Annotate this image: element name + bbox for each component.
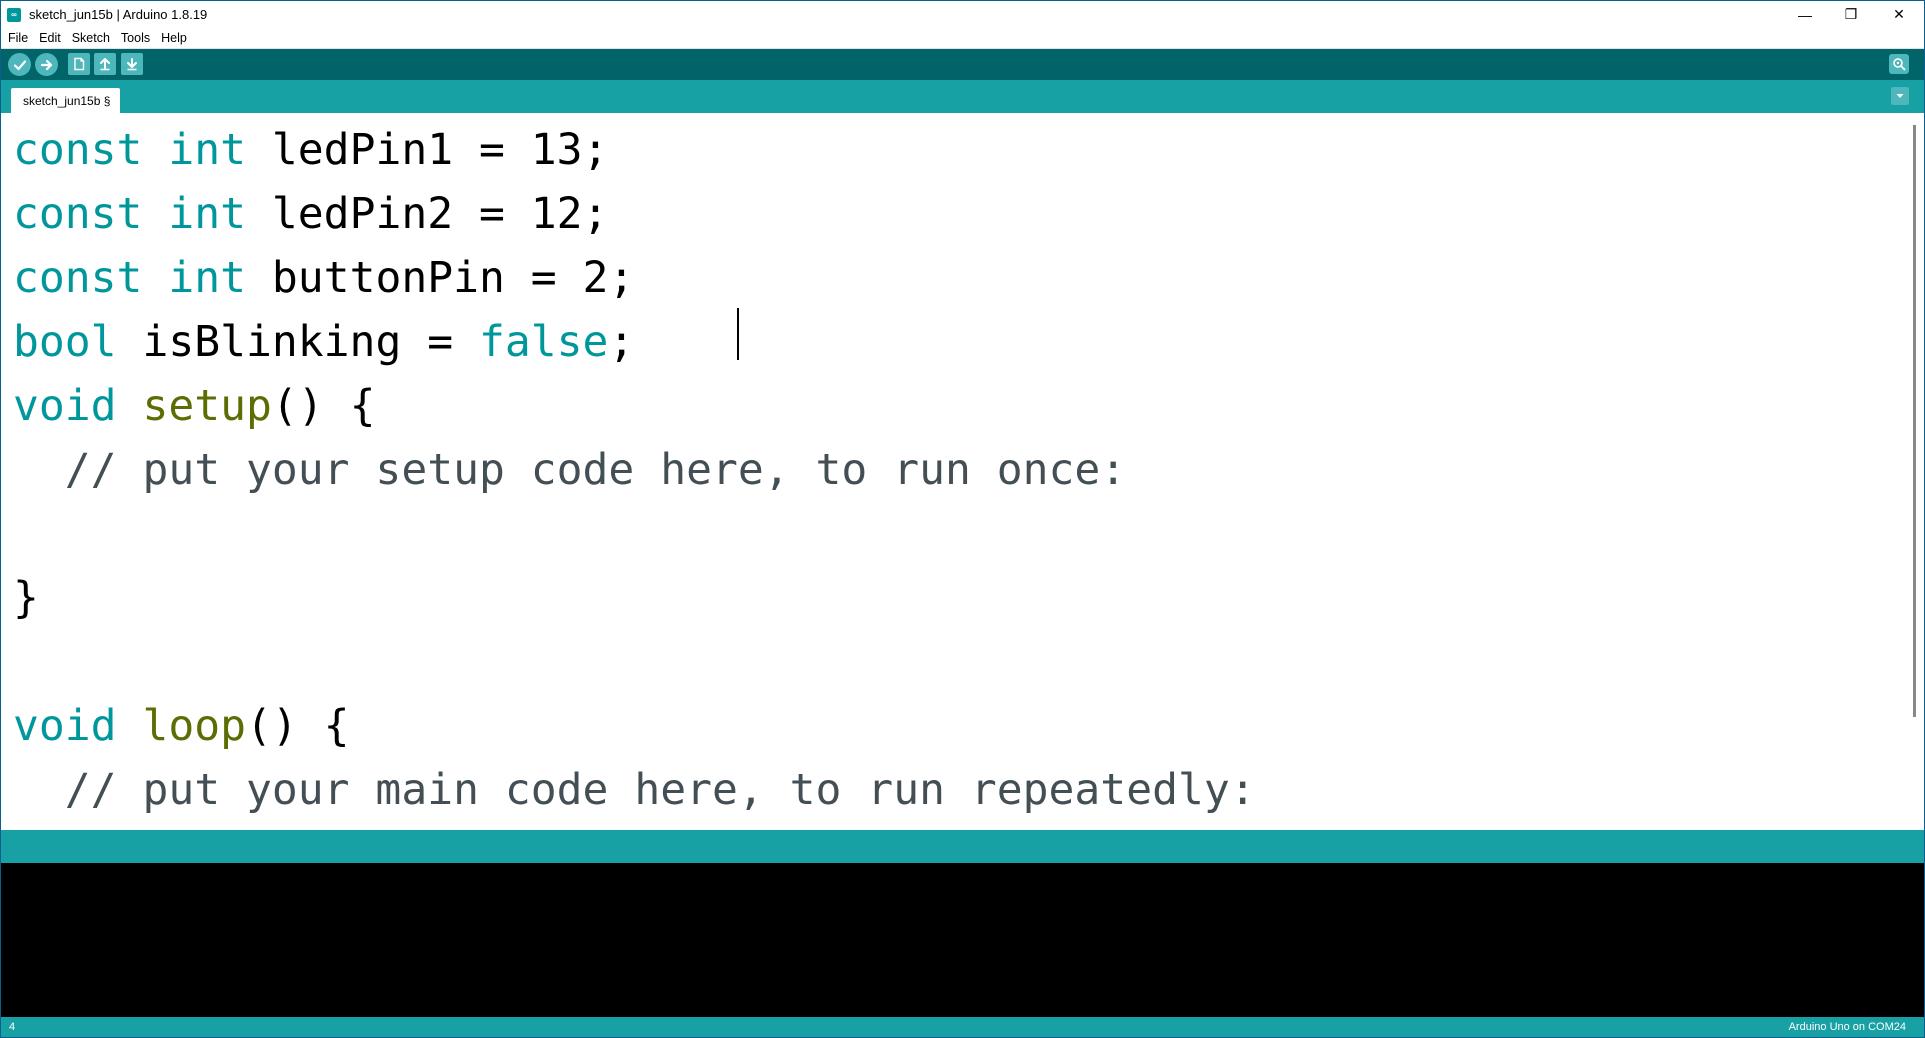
arduino-infinity-icon: ∞ xyxy=(7,7,21,22)
code-token: int xyxy=(168,189,247,239)
code-line[interactable] xyxy=(13,630,1256,694)
save-icon xyxy=(127,58,137,71)
code-token: () { xyxy=(271,381,376,431)
code-token: int xyxy=(168,125,247,175)
code-token: const xyxy=(13,189,143,239)
code-line[interactable]: } xyxy=(13,566,1256,630)
code-line[interactable]: // put your setup code here, to run once… xyxy=(13,438,1256,502)
code-token: bool xyxy=(13,317,117,367)
code-token: setup xyxy=(142,381,272,431)
menu-file[interactable]: File xyxy=(4,31,32,45)
code-line[interactable]: const int ledPin2 = 12; xyxy=(13,182,1256,246)
code-line[interactable]: bool isBlinking = false; xyxy=(13,310,1256,374)
menu-edit[interactable]: Edit xyxy=(35,31,65,45)
code-token: ledPin2 = 12; xyxy=(246,189,609,239)
code-token: false xyxy=(479,317,609,367)
code-token: // put your setup code here, to run once… xyxy=(13,445,1127,495)
menu-sketch[interactable]: Sketch xyxy=(68,31,114,45)
code-token: loop xyxy=(142,701,247,751)
code-lines[interactable]: const int ledPin1 = 13; const int ledPin2… xyxy=(13,118,1256,822)
upload-icon xyxy=(40,59,52,70)
code-token: int xyxy=(168,253,247,303)
verify-icon xyxy=(13,59,26,70)
tab-sketch[interactable]: sketch_jun15b § xyxy=(11,88,120,113)
message-bar xyxy=(1,830,1924,863)
upload-button[interactable] xyxy=(35,53,58,76)
title-bar: ∞ sketch_jun15b | Arduino 1.8.19 — ❐ ✕ xyxy=(1,1,1924,28)
code-token: buttonPin = 2; xyxy=(246,253,635,303)
code-token: // put your main code here, to run repea… xyxy=(13,765,1256,815)
window-controls: — ❐ ✕ xyxy=(1782,1,1924,28)
code-line[interactable]: void loop() { xyxy=(13,694,1256,758)
vertical-scrollbar[interactable] xyxy=(1909,113,1924,830)
code-token: } xyxy=(13,573,39,623)
new-icon xyxy=(74,57,85,71)
code-line[interactable]: const int ledPin1 = 13; xyxy=(13,118,1256,182)
new-sketch-button[interactable] xyxy=(68,53,90,75)
code-line[interactable]: void setup() { xyxy=(13,374,1256,438)
close-button[interactable]: ✕ xyxy=(1874,1,1924,28)
code-token: const xyxy=(13,125,143,175)
code-line[interactable]: const int buttonPin = 2; xyxy=(13,246,1256,310)
text-caret xyxy=(737,308,739,360)
code-line[interactable] xyxy=(13,502,1256,566)
code-token: const xyxy=(13,253,143,303)
arduino-ide-window: ∞ sketch_jun15b | Arduino 1.8.19 — ❐ ✕ F… xyxy=(0,0,1925,1038)
code-token: isBlinking = xyxy=(116,317,479,367)
tab-bar: sketch_jun15b § xyxy=(1,80,1924,113)
save-sketch-button[interactable] xyxy=(121,53,143,75)
menu-bar: File Edit Sketch Tools Help xyxy=(1,28,1924,49)
open-icon xyxy=(100,58,110,71)
serial-monitor-button[interactable] xyxy=(1889,54,1909,74)
chevron-down-icon xyxy=(1896,94,1904,98)
status-line-number: 4 xyxy=(9,1021,16,1033)
toolbar xyxy=(1,49,1924,80)
status-bar: 4 Arduino Uno on COM24 xyxy=(1,1017,1924,1037)
open-sketch-button[interactable] xyxy=(94,53,116,75)
code-token: void xyxy=(13,701,117,751)
verify-button[interactable] xyxy=(8,53,31,76)
code-token: void xyxy=(13,381,117,431)
code-token: ; xyxy=(608,317,635,367)
window-title: sketch_jun15b | Arduino 1.8.19 xyxy=(29,7,208,22)
menu-tools[interactable]: Tools xyxy=(117,31,154,45)
code-token: ledPin1 = 13; xyxy=(246,125,609,175)
menu-help[interactable]: Help xyxy=(157,31,191,45)
restore-button[interactable]: ❐ xyxy=(1828,1,1874,28)
minimize-button[interactable]: — xyxy=(1782,1,1828,28)
scrollbar-thumb[interactable] xyxy=(1913,125,1916,717)
code-editor[interactable]: const int ledPin1 = 13; const int ledPin2… xyxy=(1,113,1924,830)
code-token: () { xyxy=(246,701,350,751)
console-output[interactable] xyxy=(1,863,1924,1017)
tab-menu-button[interactable] xyxy=(1891,87,1909,105)
serial-monitor-icon xyxy=(1893,58,1906,71)
status-board-port: Arduino Uno on COM24 xyxy=(1788,1021,1906,1033)
code-line[interactable]: // put your main code here, to run repea… xyxy=(13,758,1256,822)
